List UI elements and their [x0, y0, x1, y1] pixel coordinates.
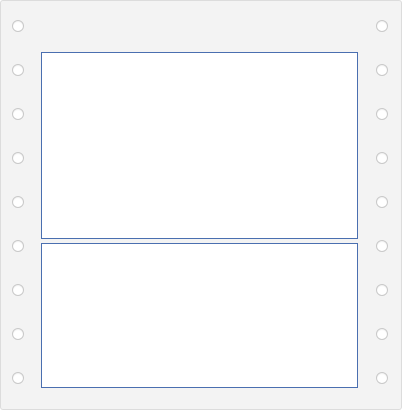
- left-feed-hole-icon: [12, 108, 24, 120]
- left-feed-hole-icon: [12, 284, 24, 296]
- left-feed-hole-icon: [12, 328, 24, 340]
- right-feed-hole-icon: [376, 108, 388, 120]
- right-feed-hole-icon: [376, 372, 388, 384]
- left-feed-hole-icon: [12, 240, 24, 252]
- right-feed-hole-icon: [376, 20, 388, 32]
- left-feed-hole-icon: [12, 20, 24, 32]
- right-feed-hole-icon: [376, 284, 388, 296]
- label-panel-bottom[interactable]: [41, 243, 358, 388]
- right-feed-hole-icon: [376, 328, 388, 340]
- left-feed-hole-icon: [12, 196, 24, 208]
- label-panel-top[interactable]: [41, 52, 358, 239]
- right-feed-hole-icon: [376, 196, 388, 208]
- right-feed-hole-icon: [376, 64, 388, 76]
- right-feed-hole-icon: [376, 240, 388, 252]
- left-tractor-feed-strip: [1, 1, 39, 409]
- form-sheet: [0, 0, 402, 410]
- left-feed-hole-icon: [12, 372, 24, 384]
- left-feed-hole-icon: [12, 152, 24, 164]
- right-tractor-feed-strip: [363, 1, 401, 409]
- left-feed-hole-icon: [12, 64, 24, 76]
- right-feed-hole-icon: [376, 152, 388, 164]
